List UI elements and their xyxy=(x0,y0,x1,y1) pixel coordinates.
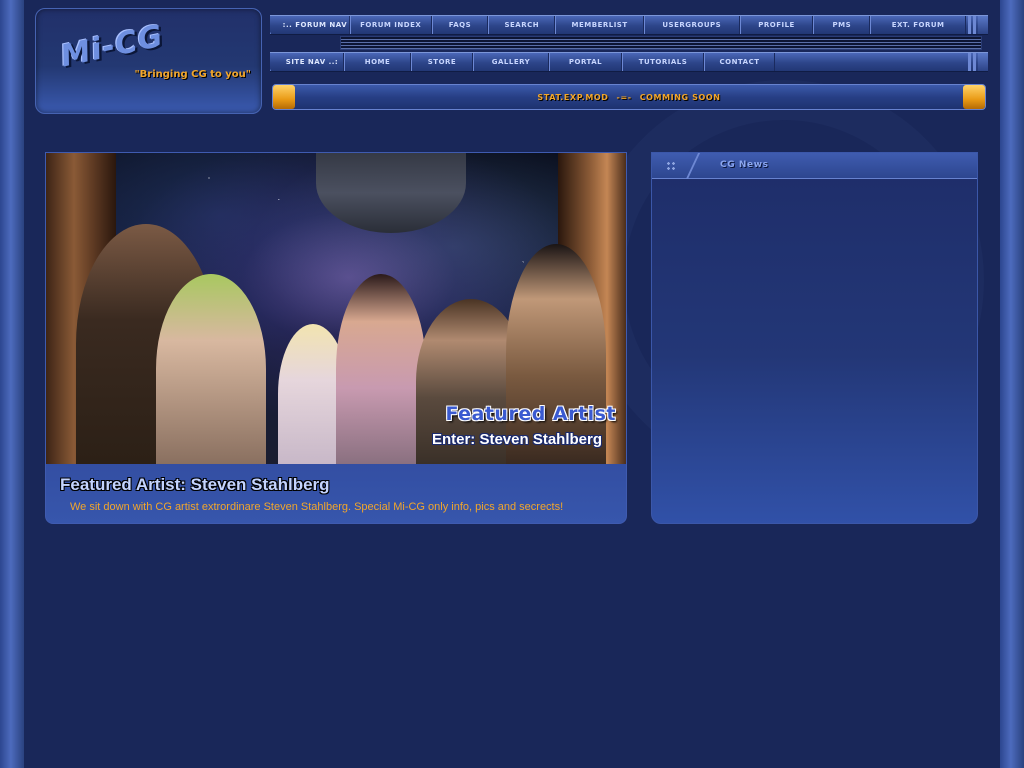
featured-artist-image[interactable]: Featured Artist Enter: Steven Stahlberg xyxy=(46,153,626,464)
featured-title[interactable]: Featured Artist: Steven Stahlberg xyxy=(60,475,330,495)
stat-bar-status: COMMING SOON xyxy=(639,92,721,102)
figure-catgirl xyxy=(156,274,266,464)
featured-artist-panel: Featured Artist Enter: Steven Stahlberg … xyxy=(45,152,627,524)
nav-home[interactable]: HOME xyxy=(344,53,411,71)
featured-description: We sit down with CG artist extrordinare … xyxy=(70,501,564,513)
header-divider xyxy=(685,153,701,179)
right-rail xyxy=(1000,0,1024,768)
hero-overlay-title: Featured Artist xyxy=(445,403,616,425)
nav-tutorials[interactable]: TUTORIALS xyxy=(622,53,704,71)
site-nav-end-cap xyxy=(775,53,988,71)
nav-search[interactable]: SEARCH xyxy=(488,16,556,34)
cg-news-title: CG News xyxy=(720,160,769,170)
nav-usergroups[interactable]: USERGROUPS xyxy=(643,16,740,34)
stat-bar-left-cap xyxy=(273,85,295,109)
nav-portal[interactable]: PORTAL xyxy=(549,53,622,71)
nav-faqs[interactable]: FAQS xyxy=(431,16,489,34)
forum-nav-end-cap xyxy=(966,16,988,34)
forum-nav-bar: :.. FORUM NAV FORUM INDEX FAQS SEARCH ME… xyxy=(270,15,988,35)
site-nav-bar: SITE NAV ..: HOME STORE GALLERY PORTAL T… xyxy=(270,52,988,72)
stat-bar-module: STAT.EXP.MOD xyxy=(537,92,609,102)
stat-bar: STAT.EXP.MOD -=- COMMING SOON xyxy=(272,84,986,110)
nav-contact[interactable]: CONTACT xyxy=(704,53,775,71)
forum-nav-label: :.. FORUM NAV xyxy=(270,16,350,34)
logo[interactable]: Mi-CG xyxy=(58,19,167,75)
nav-store[interactable]: STORE xyxy=(411,53,473,71)
stat-bar-separator: -=- xyxy=(616,92,632,102)
logo-slogan: "Bringing CG to you" xyxy=(134,69,251,80)
site-nav-label: SITE NAV ..: xyxy=(270,53,344,71)
page: Mi-CG "Bringing CG to you" :.. FORUM NAV… xyxy=(24,0,1000,768)
hero-overlay-subtitle: Enter: Steven Stahlberg xyxy=(431,431,602,448)
nav-forum-index[interactable]: FORUM INDEX xyxy=(349,16,432,34)
cg-news-header: CG News xyxy=(652,153,977,179)
logo-box[interactable]: Mi-CG "Bringing CG to you" xyxy=(35,8,262,114)
header-scanlines xyxy=(340,36,982,50)
figure-woman xyxy=(336,274,426,464)
nav-profile[interactable]: PROFILE xyxy=(739,16,814,34)
nav-pms[interactable]: PMS xyxy=(813,16,871,34)
stat-bar-right-cap xyxy=(963,85,985,109)
nav-gallery[interactable]: GALLERY xyxy=(473,53,549,71)
cg-news-panel: CG News xyxy=(651,152,978,524)
nav-memberlist[interactable]: MEMBERLIST xyxy=(555,16,644,34)
grip-dots-icon xyxy=(666,161,676,171)
left-rail xyxy=(0,0,24,768)
nav-ext-forum[interactable]: EXT. FORUM xyxy=(870,16,966,34)
